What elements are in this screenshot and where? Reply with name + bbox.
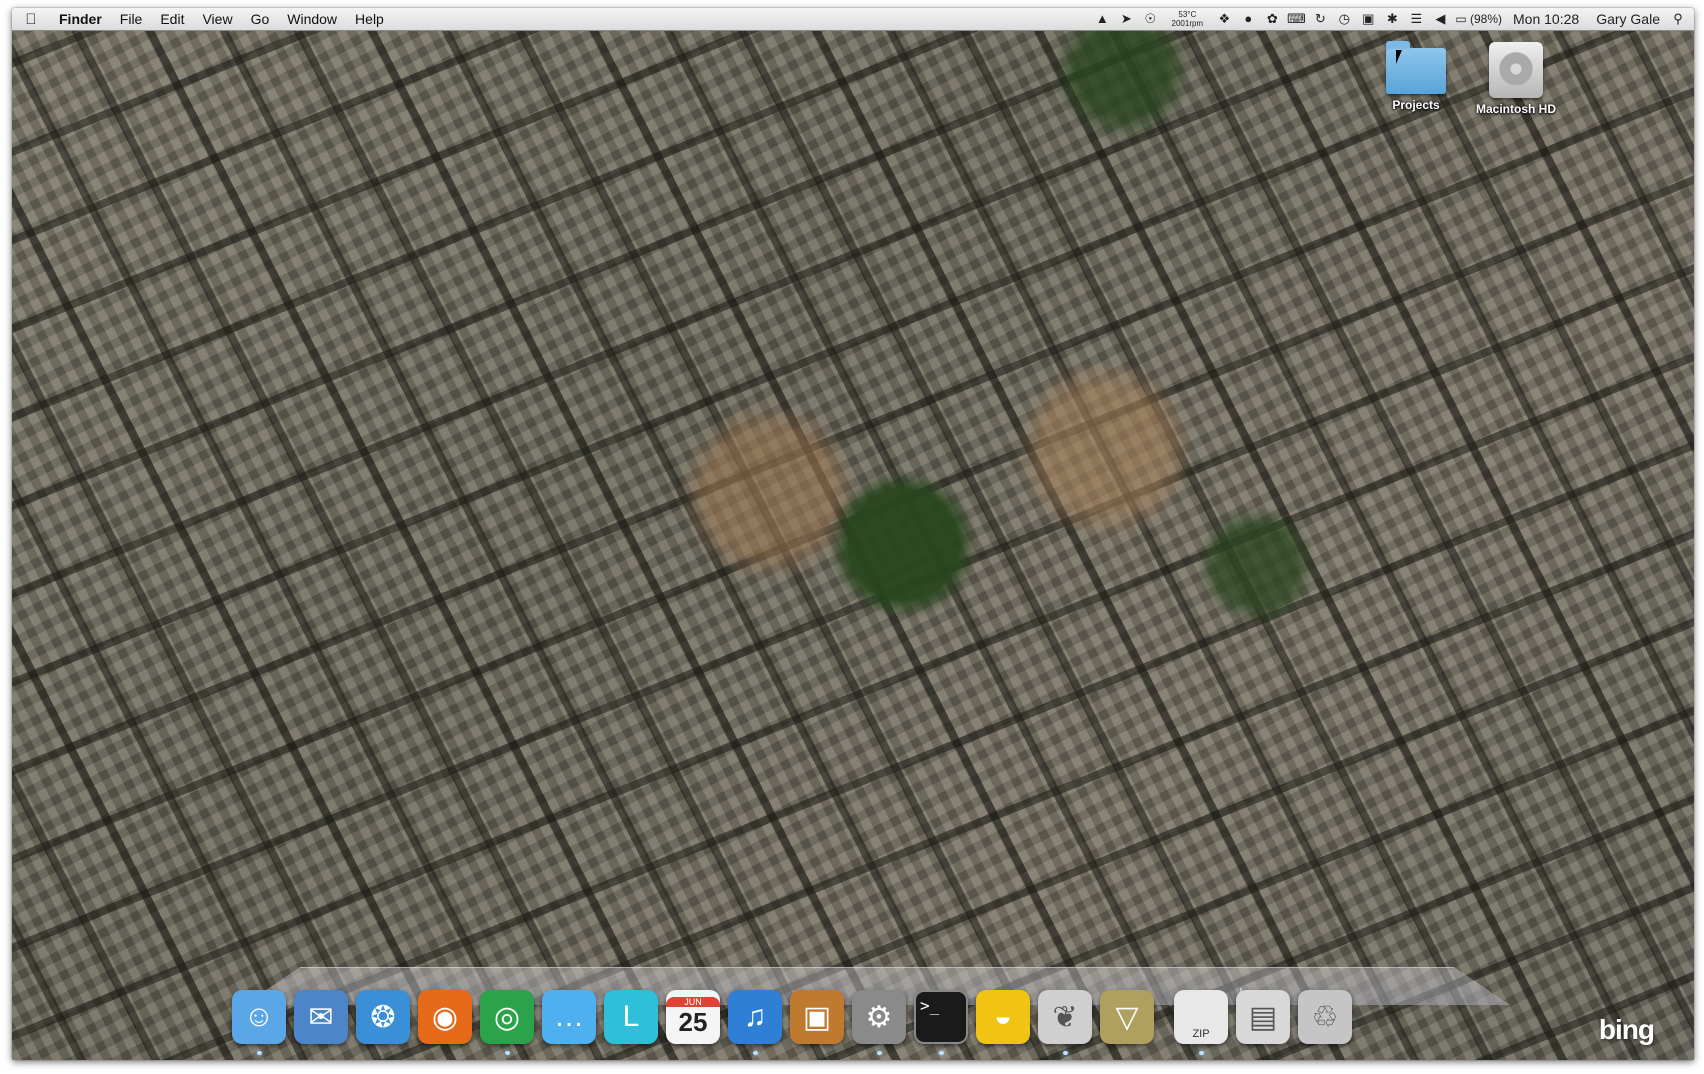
mail-icon: ✉ <box>294 990 348 1044</box>
sync-icon[interactable]: ↻ <box>1311 11 1329 27</box>
status-menus: ▲ ➤ ☉ 53°C 2001rpm ❖ ● ✿ ⌨ ↻ ◷ ▣ ✱ ☰ ◀ ▭… <box>1090 8 1690 30</box>
temperature-value: 53°C <box>1178 10 1197 19</box>
system-preferences-icon: ⚙ <box>852 990 906 1044</box>
time-machine-icon[interactable]: ◷ <box>1335 11 1353 27</box>
dock-item-lightroom[interactable]: L <box>602 988 660 1046</box>
dock-item-archive[interactable]: ZIP <box>1172 988 1230 1046</box>
dock-item-system-preferences[interactable]: ⚙ <box>850 988 908 1046</box>
keyboard-icon[interactable]: ⌨ <box>1287 11 1306 27</box>
dropbox-icon[interactable]: ❖ <box>1215 11 1233 27</box>
dock-running-indicator <box>505 1051 510 1055</box>
dock-running-indicator <box>257 1051 262 1055</box>
hat-icon[interactable]: ● <box>1239 11 1257 27</box>
dock-item-firefox[interactable]: ◉ <box>416 988 474 1046</box>
bing-watermark: bing <box>1598 1014 1655 1045</box>
bluetooth-icon[interactable]: ✱ <box>1383 11 1401 27</box>
dock-item-terminal[interactable]: >_ <box>912 988 970 1046</box>
menu-file[interactable]: File <box>111 11 152 27</box>
display-icon[interactable]: ▣ <box>1359 11 1377 27</box>
battery-percent: (98%) <box>1470 12 1503 26</box>
preview-icon: ▤ <box>1236 990 1290 1044</box>
hard-drive-icon <box>1489 42 1543 98</box>
dock-item-filezilla[interactable]: ▽ <box>1098 988 1156 1046</box>
temperature-readout[interactable]: 53°C 2001rpm <box>1165 10 1209 28</box>
desktop-screen:  Finder File Edit View Go Window Help ▲… <box>12 8 1694 1060</box>
menu-help[interactable]: Help <box>346 11 393 27</box>
dock-item-safari[interactable]: ❂ <box>354 988 412 1046</box>
safari-icon: ❂ <box>356 990 410 1044</box>
ichat-icon: … <box>542 990 596 1044</box>
menu-finder[interactable]: Finder <box>50 11 111 27</box>
filezilla-icon: ▽ <box>1100 990 1154 1044</box>
dock-item-ical[interactable]: JUN 25 <box>664 988 722 1046</box>
firefox-icon: ◉ <box>418 990 472 1044</box>
dock-running-indicator <box>877 1051 882 1055</box>
menu-edit[interactable]: Edit <box>151 11 193 27</box>
menu-window[interactable]: Window <box>278 11 346 27</box>
dock-item-iphoto[interactable]: ▣ <box>788 988 846 1046</box>
menu-go[interactable]: Go <box>242 11 279 27</box>
trash-icon: ♲ <box>1298 990 1352 1044</box>
cyberduck-icon: ◒ <box>976 990 1030 1044</box>
dock-item-mail[interactable]: ✉ <box>292 988 350 1046</box>
desktop-wallpaper <box>12 8 1694 1060</box>
menu-view[interactable]: View <box>193 11 241 27</box>
terminal-icon: >_ <box>914 990 968 1044</box>
dock-item-itunes[interactable]: ♫ <box>726 988 784 1046</box>
iphoto-icon: ▣ <box>790 990 844 1044</box>
chrome-icon: ◎ <box>480 990 534 1044</box>
fan-speed-value: 2001rpm <box>1171 19 1204 28</box>
spotlight-icon[interactable]: ⚲ <box>1669 11 1687 27</box>
archive-label: ZIP <box>1192 1028 1210 1040</box>
evernote-icon: ❦ <box>1038 990 1092 1044</box>
lightroom-icon: L <box>604 990 658 1044</box>
volume-icon[interactable]: ◀ <box>1431 11 1449 27</box>
dock-item-trash[interactable]: ♲ <box>1296 988 1354 1046</box>
desktop-icon-label: Macintosh HD <box>1475 102 1556 116</box>
dock-running-indicator <box>1063 1051 1068 1055</box>
desktop-icon-label: Projects <box>1392 98 1440 112</box>
dock-running-indicator <box>939 1051 944 1055</box>
dock-running-indicator <box>1199 1051 1204 1055</box>
itunes-icon: ♫ <box>728 990 782 1044</box>
terminal-prompt: >_ <box>920 996 940 1015</box>
folder-icon <box>1386 41 1446 94</box>
archive-icon: ZIP <box>1174 990 1228 1044</box>
menu-bar:  Finder File Edit View Go Window Help ▲… <box>12 8 1694 31</box>
dock-item-finder[interactable]: ☺ <box>230 988 288 1046</box>
fast-user-switch[interactable]: Gary Gale <box>1596 11 1660 27</box>
dock-item-evernote[interactable]: ❦ <box>1036 988 1094 1046</box>
calendar-month: JUN <box>666 996 720 1007</box>
dock-item-preview[interactable]: ▤ <box>1234 988 1292 1046</box>
battery-icon: ▭ <box>1455 12 1467 26</box>
desktop-icon-projects[interactable]: Projects <box>1366 38 1466 112</box>
dock-item-cyberduck[interactable]: ◒ <box>974 988 1032 1046</box>
calendar-day: 25 <box>678 1006 708 1037</box>
menu-clock[interactable]: Mon 10:28 <box>1513 11 1579 27</box>
finder-icon: ☺ <box>232 990 286 1044</box>
paw-icon[interactable]: ✿ <box>1263 11 1281 27</box>
dock-item-chrome[interactable]: ◎ <box>478 988 536 1046</box>
battery-status[interactable]: ▭ (98%) <box>1455 12 1502 26</box>
location-icon[interactable]: ➤ <box>1117 11 1135 27</box>
growl-icon[interactable]: ▲ <box>1093 11 1111 27</box>
dock-item-ichat[interactable]: … <box>540 988 598 1046</box>
sensor-icon[interactable]: ☉ <box>1141 11 1159 27</box>
mouse-pointer-icon <box>1396 50 1402 64</box>
ical-icon: JUN 25 <box>666 990 720 1044</box>
wifi-icon[interactable]: ☰ <box>1407 11 1425 27</box>
dock-running-indicator <box>753 1051 758 1055</box>
desktop-icon-macintosh-hd[interactable]: Macintosh HD <box>1466 38 1566 116</box>
apple-menu-icon[interactable]:  <box>12 11 50 28</box>
